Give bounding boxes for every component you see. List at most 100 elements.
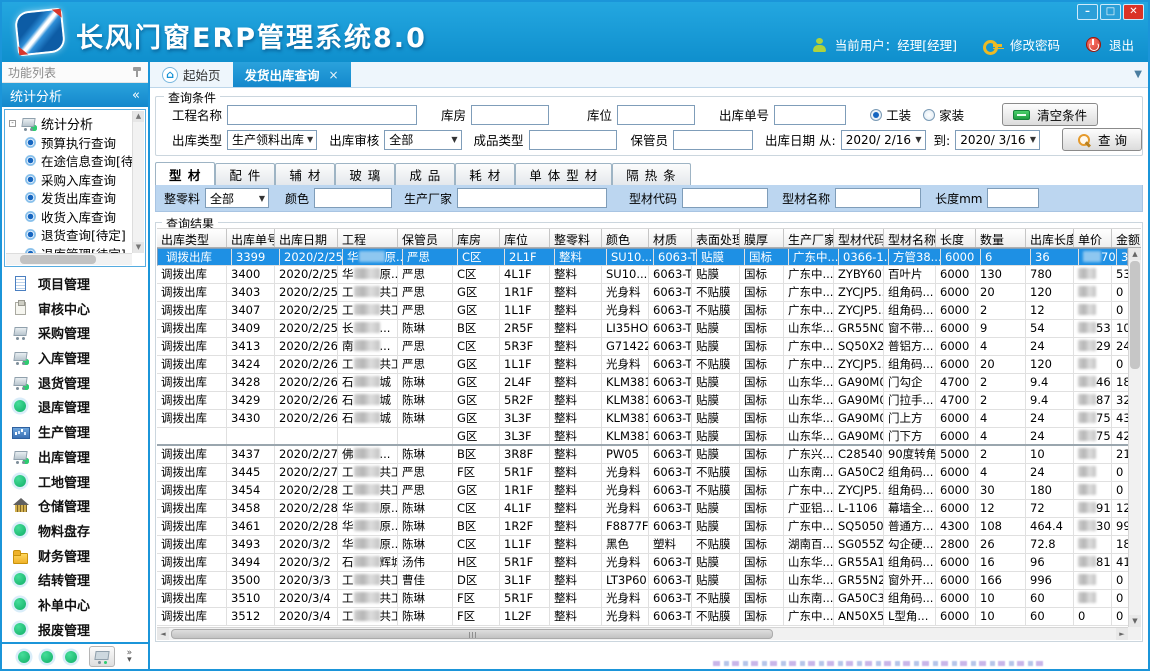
tree-item[interactable]: 退货查询[待定] [9,226,131,245]
scrollbar-thumb[interactable] [171,629,773,639]
sidebar-overflow-chevron[interactable]: »▾ [127,650,133,664]
tree-item[interactable]: 预算执行查询 [9,133,131,152]
scroll-down-icon[interactable]: ▼ [1129,615,1141,627]
material-tab[interactable]: 成 品 [395,163,455,185]
keeper-input[interactable] [673,130,753,150]
scroll-up-icon[interactable]: ▲ [1129,248,1141,260]
quick-dot-button-3[interactable] [65,651,77,663]
column-header[interactable]: 生产厂家 [784,229,834,247]
table-row[interactable]: 调拨出库34032020/2/25工共工程严思G区1R1F整料光身料6063-T… [157,284,1128,302]
audit-select[interactable]: 全部▼ [384,130,461,150]
sidebar-item[interactable]: 入库管理 [12,348,148,367]
search-button[interactable]: 查 询 [1062,128,1142,151]
quick-dot-button-2[interactable] [41,651,53,663]
table-row[interactable]: 调拨出库34372020/2/27佛...陈琳B区3R8F整料PW056063-… [157,446,1128,464]
material-tab[interactable]: 隔 热 条 [612,163,690,185]
column-header[interactable]: 出库单号 [227,229,275,247]
table-row[interactable]: 调拨出库35002020/3/3工共工程曹佳D区3L1F整料LT3P606063… [157,572,1128,590]
length-input[interactable] [987,188,1039,208]
material-tab[interactable]: 耗 材 [455,163,515,185]
date-from-select[interactable]: 2020/ 2/16▼ [841,130,926,150]
pin-icon[interactable] [132,67,142,77]
color-input[interactable] [314,188,392,208]
project-name-input[interactable] [227,105,417,125]
column-header[interactable]: 数量 [976,229,1026,247]
table-row[interactable]: 调拨出库34282020/2/26石城陈琳G区2L4F整料KLM38176063… [157,374,1128,392]
column-header[interactable]: 出库长度 [1026,229,1074,247]
tree-root-item[interactable]: - 统计分析 [9,113,131,133]
location-input[interactable] [617,105,695,125]
minimize-button[interactable]: – [1077,4,1098,20]
change-password-button[interactable]: 修改密码 [1010,35,1060,54]
table-row[interactable]: 调拨出库35122020/3/4工共工程陈琳F区1L2F整料光身料6063-T5… [157,608,1128,626]
material-tab[interactable]: 单 体 型 材 [515,163,612,185]
manufacturer-input[interactable] [457,188,607,208]
scroll-right-icon[interactable]: ► [1116,628,1128,640]
column-header[interactable]: 出库日期 [275,229,338,247]
sidebar-item[interactable]: 项目管理 [12,274,148,293]
radio-gongzhuang[interactable] [870,109,882,121]
material-tab[interactable]: 型 材 [155,162,215,185]
column-header[interactable]: 单价 [1074,229,1112,247]
column-header[interactable]: 库位 [500,229,550,247]
material-tab[interactable]: 配 件 [215,163,275,185]
sidebar-item[interactable]: 工地管理 [12,472,148,491]
table-row[interactable]: 调拨出库35102020/3/4工共工程陈琳F区5R1F整料光身料6063-T5… [157,590,1128,608]
out-type-select[interactable]: 生产领料出库▼ [227,130,317,150]
sidebar-item[interactable]: 仓储管理 [12,496,148,515]
table-row[interactable]: 调拨出库34072020/2/25工共工程严思G区1L1F整料光身料6063-T… [157,302,1128,320]
table-row[interactable]: 调拨出库34932020/3/2华原...陈琳C区1L1F整料黑色塑料不贴膜国标… [157,536,1128,554]
sidebar-item[interactable]: 审核中心 [12,299,148,318]
material-tab[interactable]: 辅 材 [275,163,335,185]
table-row[interactable]: 调拨出库33992020/2/25华原...严思C区2L1F整料SU10...6… [157,248,1128,266]
date-to-select[interactable]: 2020/ 3/16▼ [955,130,1040,150]
table-row[interactable]: 调拨出库34612020/2/28华原...陈琳B区1R2F整料F8877FT6… [157,518,1128,536]
product-type-input[interactable] [529,130,617,150]
column-header[interactable]: 整零料 [550,229,602,247]
section-header-stats[interactable]: 统计分析 « [2,83,148,107]
tree-item[interactable]: 收货入库查询 [9,207,131,226]
tab-shipping-out-query[interactable]: 发货出库查询 × [233,62,351,87]
tree-item[interactable]: 在途信息查询[待 [9,152,131,171]
column-header[interactable]: 材质 [649,229,692,247]
table-row[interactable]: 调拨出库34542020/2/28工共工程严思G区1R1F整料光身料6063-T… [157,482,1128,500]
table-row[interactable]: G区3L3F整料KLM38176063-T5贴膜国标山东华...GA90M09.… [157,428,1128,446]
table-row[interactable]: 调拨出库34942020/3/2石辉城汤伟H区5R1F整料光身料6063-T5贴… [157,554,1128,572]
table-vertical-scrollbar[interactable]: ▲ ▼ [1128,248,1141,627]
scroll-down-icon[interactable]: ▼ [133,242,144,253]
sidebar-item[interactable]: 财务管理 [12,546,148,565]
table-row[interactable]: 调拨出库34002020/2/25华原...严思C区4L1F整料SU10...6… [157,266,1128,284]
collapse-icon[interactable]: « [132,88,140,103]
column-header[interactable]: 膜厚 [740,229,784,247]
scroll-up-icon[interactable]: ▲ [133,111,144,122]
table-row[interactable]: 调拨出库34242020/2/26工共工程严思G区1L1F整料光身料6063-T… [157,356,1128,374]
table-row[interactable]: 调拨出库34092020/2/25长...陈琳B区2R5F整料LI35HO606… [157,320,1128,338]
sidebar-item[interactable]: 退库管理 [12,397,148,416]
sidebar-item[interactable]: 物料盘存 [12,521,148,540]
table-row[interactable]: 调拨出库34302020/2/26石城陈琳G区3L3F整料KLM38176063… [157,410,1128,428]
scrollbar-thumb[interactable] [1130,261,1140,369]
radio-jiazhuang[interactable] [923,109,935,121]
column-header[interactable]: 金额 [1112,229,1141,247]
column-header[interactable]: 表面处理 [692,229,740,247]
sidebar-item[interactable]: 结转管理 [12,570,148,589]
table-row[interactable]: 调拨出库34132020/2/26南...严思C区5R3F整料G71422606… [157,338,1128,356]
clear-conditions-button[interactable]: 清空条件 [1002,103,1098,126]
material-tab[interactable]: 玻 璃 [335,163,395,185]
column-header[interactable]: 库房 [453,229,500,247]
column-header[interactable]: 出库类型 [157,229,227,247]
tree-vertical-scrollbar[interactable]: ▲ ▼ [132,111,144,253]
whole-select[interactable]: 全部▼ [205,188,269,208]
column-header[interactable]: 长度 [936,229,976,247]
quick-dot-button-1[interactable] [18,651,30,663]
table-row[interactable]: 调拨出库34452020/2/27工共工程严思F区5R1F整料光身料6063-T… [157,464,1128,482]
column-header[interactable]: 工程 [338,229,398,247]
table-horizontal-scrollbar[interactable]: ◄ ► [157,627,1128,640]
sidebar-item[interactable]: 补单中心 [12,595,148,614]
warehouse-input[interactable] [471,105,549,125]
profile-code-input[interactable] [682,188,768,208]
tree-horizontal-scrollbar[interactable] [6,253,132,265]
sidebar-item[interactable]: 退货管理 [12,373,148,392]
tree-item[interactable]: 发货出库查询 [9,189,131,208]
column-header[interactable]: 型材代码 [834,229,884,247]
